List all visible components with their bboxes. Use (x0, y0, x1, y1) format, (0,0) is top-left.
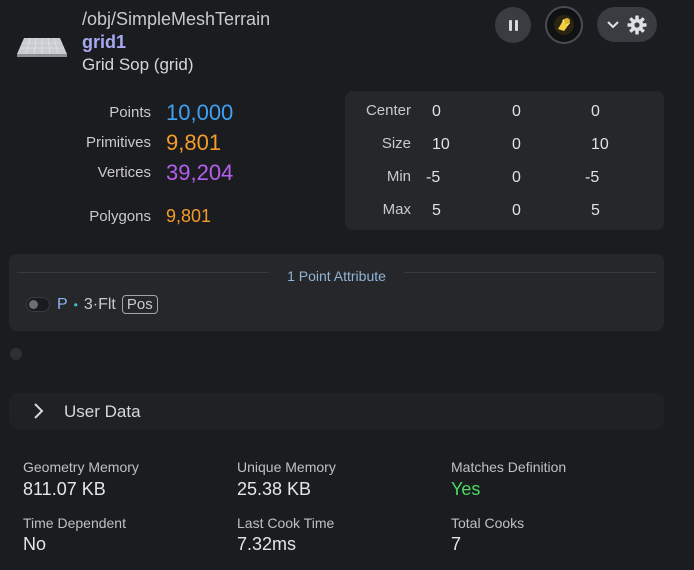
attributes-title: 1 Point Attribute (279, 268, 394, 284)
min-y: 0 (512, 169, 521, 186)
chevron-down-icon (607, 20, 619, 28)
display-flag-button[interactable] (545, 6, 583, 44)
min-z: -5 (585, 169, 600, 186)
max-y: 0 (512, 202, 521, 219)
matches-definition-value: Yes (451, 479, 481, 499)
min-x: -5 (426, 169, 441, 186)
attribute-separator: • (73, 297, 78, 312)
primitives-label: Primitives (85, 134, 151, 151)
size-y: 0 (512, 136, 521, 153)
vertices-value: 39,204 (166, 160, 234, 185)
settings-menu-button[interactable] (597, 7, 657, 42)
center-label: Center (365, 102, 411, 119)
pause-button[interactable] (495, 7, 531, 43)
points-value: 10,000 (166, 100, 234, 125)
bounds-panel: Center 0 0 0 Size 10 0 10 Min -5 0 -5 Ma… (345, 91, 664, 230)
polygons-value: 9,801 (166, 206, 212, 226)
attribute-toggle[interactable] (26, 297, 50, 312)
geometry-spreadsheet-panel: /obj/SimpleMeshTerrain grid1 Grid Sop (g… (0, 0, 694, 570)
geometry-memory-value: 811.07 KB (23, 479, 106, 499)
display-flag-icon (554, 15, 574, 35)
max-x: 5 (432, 202, 441, 219)
max-label: Max (382, 201, 411, 218)
attribute-type: 3·Flt (83, 295, 116, 313)
attribute-badge: Pos (121, 295, 158, 314)
time-dependent-value: No (23, 534, 47, 554)
size-z: 10 (591, 136, 609, 153)
polygons-label: Polygons (89, 208, 151, 225)
max-z: 5 (591, 202, 600, 219)
geometry-memory-label: Geometry Memory (23, 459, 139, 475)
node-type: Grid Sop (grid) (82, 55, 194, 74)
attributes-panel: 1 Point Attribute P • 3·Flt Pos (9, 254, 664, 331)
min-label: Min (386, 168, 411, 185)
total-cooks-label: Total Cooks (451, 515, 525, 531)
chevron-right-icon (34, 403, 44, 419)
vertices-label: Vertices (97, 164, 151, 181)
primitives-value: 9,801 (166, 130, 222, 155)
node-name[interactable]: grid1 (82, 32, 126, 53)
matches-definition-label: Matches Definition (451, 459, 567, 475)
total-cooks-value: 7 (451, 534, 462, 554)
attribute-item[interactable]: P • 3·Flt Pos (57, 295, 158, 314)
center-z: 0 (591, 103, 600, 120)
attribute-name: P (57, 295, 68, 313)
status-dot (10, 348, 22, 360)
user-data-label: User Data (64, 402, 141, 421)
center-x: 0 (432, 103, 441, 120)
last-cook-time-value: 7.32ms (237, 534, 297, 554)
size-label: Size (381, 135, 411, 152)
center-y: 0 (512, 103, 521, 120)
size-x: 10 (432, 136, 450, 153)
user-data-section[interactable]: User Data (9, 393, 664, 429)
points-label: Points (109, 104, 151, 121)
last-cook-time-label: Last Cook Time (237, 515, 335, 531)
node-path: /obj/SimpleMeshTerrain (82, 9, 271, 29)
unique-memory-value: 25.38 KB (237, 479, 312, 499)
pause-icon (507, 19, 519, 31)
unique-memory-label: Unique Memory (237, 459, 336, 475)
grid-geometry-icon (16, 36, 68, 58)
gear-icon (627, 15, 647, 34)
time-dependent-label: Time Dependent (23, 515, 126, 531)
